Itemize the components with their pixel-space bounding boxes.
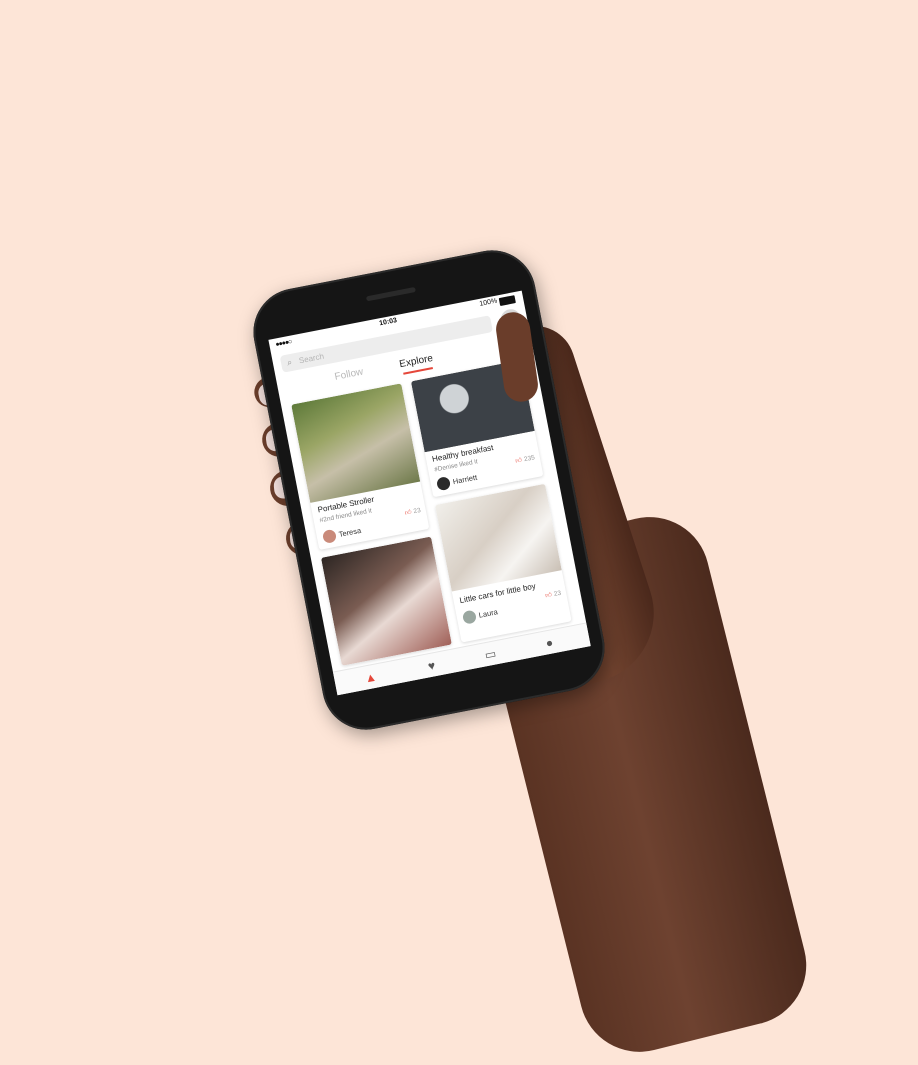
profile-icon[interactable]: ●: [538, 633, 561, 653]
status-time: 10:03: [378, 317, 398, 328]
thumbs-up-icon: 👍︎: [514, 456, 523, 465]
avatar[interactable]: [321, 528, 338, 544]
search-icon: ⌕: [286, 356, 294, 368]
phone: ●●●●○ 10:03 100% ⌕ Search ◉ Follow Explo…: [245, 242, 613, 738]
like-count-value: 23: [553, 589, 562, 599]
chat-icon[interactable]: ▭: [479, 645, 502, 665]
feed-card[interactable]: Little cars for little boy Laura 👍︎23: [434, 483, 572, 643]
card-image[interactable]: [434, 483, 562, 592]
thumbs-up-icon: 👍︎: [404, 508, 413, 517]
avatar[interactable]: [461, 609, 478, 625]
card-image[interactable]: [291, 383, 421, 503]
phone-screen: ●●●●○ 10:03 100% ⌕ Search ◉ Follow Explo…: [268, 290, 591, 696]
battery-percent: 100%: [478, 297, 498, 308]
like-count[interactable]: 👍︎23: [404, 506, 421, 517]
feed: Portable Stroller #2nd friend liked it T…: [287, 357, 580, 667]
like-count-value: 23: [412, 507, 422, 516]
like-count-value: 235: [523, 454, 536, 464]
card-username[interactable]: Laura: [478, 607, 499, 619]
feed-card[interactable]: Portable Stroller #2nd friend liked it T…: [291, 383, 430, 551]
feed-card[interactable]: [320, 536, 452, 666]
thumbs-up-icon: 👍︎: [544, 591, 553, 600]
avatar[interactable]: [435, 475, 452, 492]
fire-icon[interactable]: ▲: [359, 668, 382, 688]
phone-speaker: [365, 286, 416, 302]
search-placeholder: Search: [298, 351, 325, 366]
heart-icon[interactable]: ♥: [420, 656, 443, 676]
like-count[interactable]: 👍︎235: [515, 453, 536, 465]
battery-icon: [498, 295, 516, 307]
card-username[interactable]: Teresa: [338, 526, 362, 539]
scene: ●●●●○ 10:03 100% ⌕ Search ◉ Follow Explo…: [0, 0, 918, 1065]
card-username[interactable]: Harriett: [452, 473, 478, 487]
card-image[interactable]: [320, 536, 452, 666]
signal-indicator: ●●●●○: [274, 338, 293, 349]
tab-follow[interactable]: Follow: [334, 366, 364, 382]
like-count[interactable]: 👍︎23: [545, 589, 562, 600]
